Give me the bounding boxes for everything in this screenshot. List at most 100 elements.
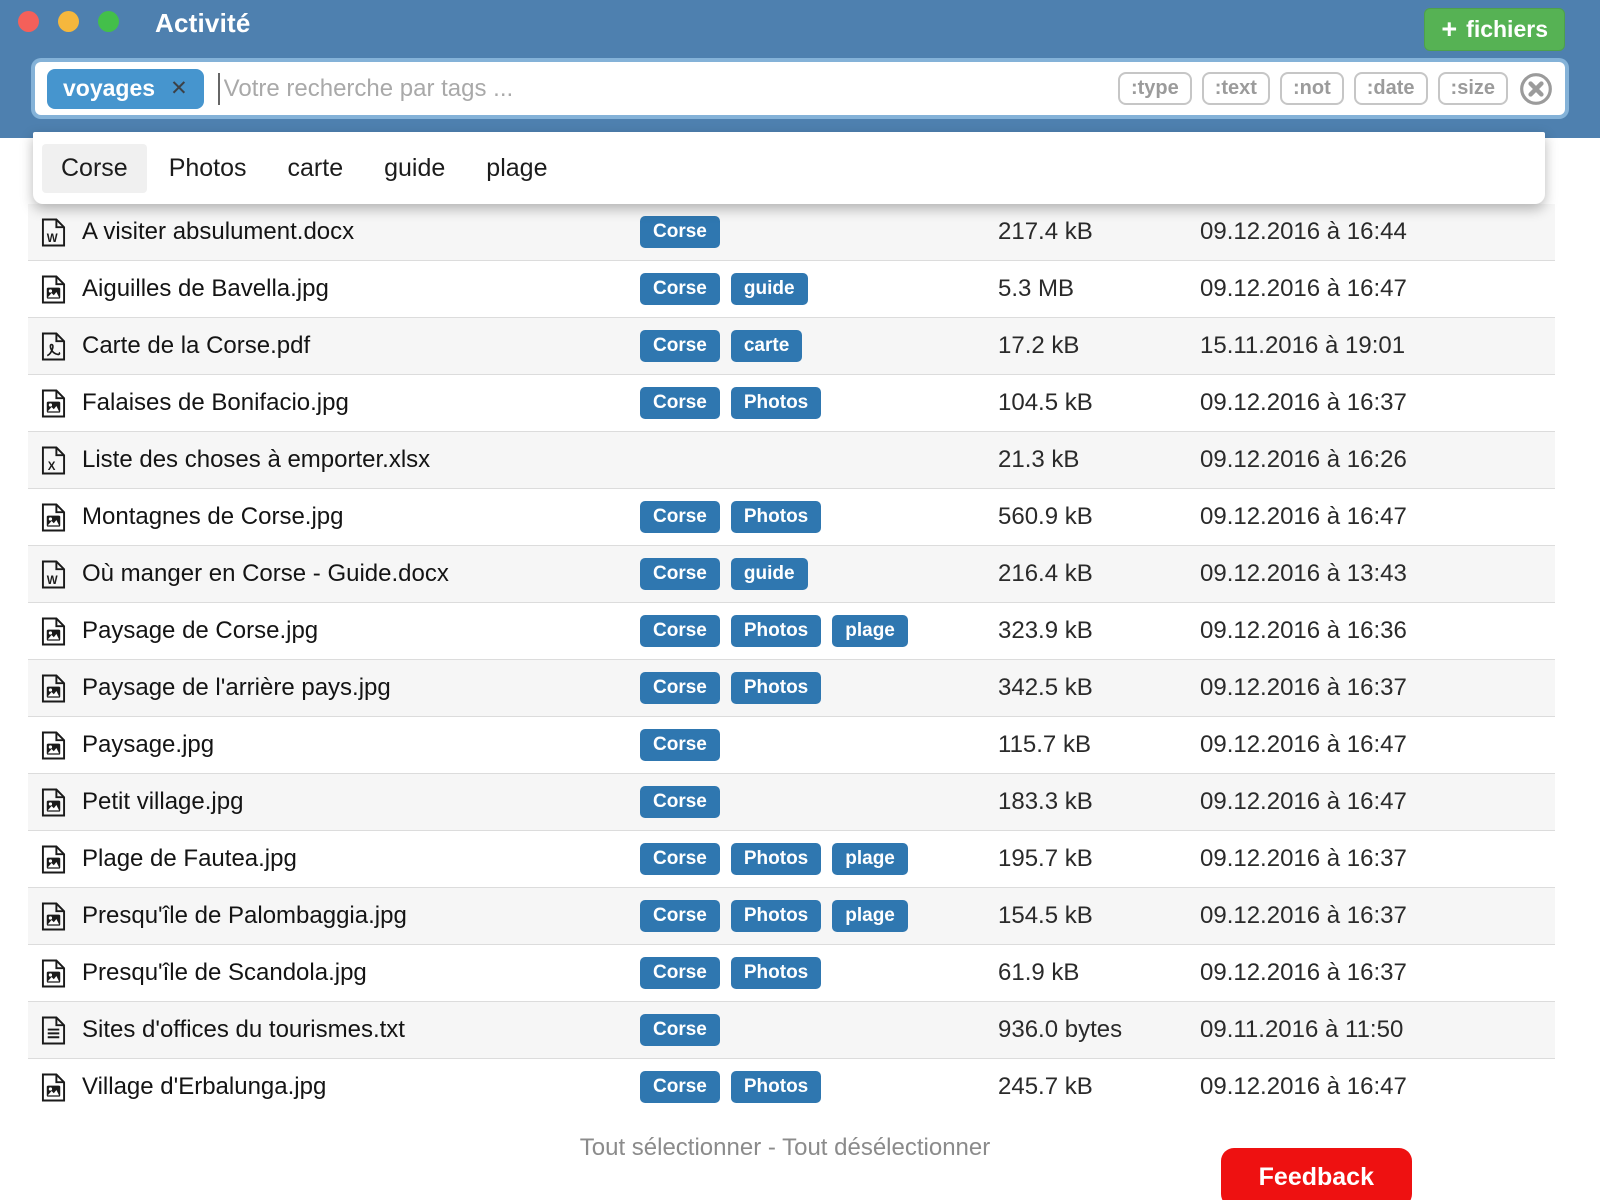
file-tags: Corse Photos plage (640, 900, 998, 932)
tag-badge[interactable]: Corse (640, 387, 720, 419)
file-row[interactable]: Falaises de Bonifacio.jpg Corse Photos 10… (28, 375, 1555, 432)
tag-badge[interactable]: Corse (640, 615, 720, 647)
file-name: Paysage de Corse.jpg (82, 617, 640, 645)
file-size: 104.5 kB (998, 389, 1200, 417)
search-bar[interactable]: voyages ✕ Votre recherche par tags ... :… (35, 62, 1565, 115)
file-date: 09.12.2016 à 16:36 (1200, 617, 1555, 645)
file-name: Petit village.jpg (82, 788, 640, 816)
file-row[interactable]: Paysage.jpg Corse 115.7 kB 09.12.2016 à … (28, 717, 1555, 774)
file-tags: Corse (640, 1014, 998, 1046)
add-files-button[interactable]: + fichiers (1424, 8, 1565, 51)
tag-badge[interactable]: Corse (640, 786, 720, 818)
file-row[interactable]: Village d'Erbalunga.jpg CorsePhotos 245.… (28, 1059, 1555, 1115)
text-caret (218, 73, 220, 105)
search-filter-button[interactable]: :not (1280, 72, 1344, 105)
tag-badge[interactable]: guide (731, 558, 808, 590)
file-date: 09.12.2016 à 16:47 (1200, 1073, 1555, 1101)
tag-badge[interactable]: Photos (731, 900, 821, 932)
file-size: 154.5 kB (998, 902, 1200, 930)
zoom-window-button[interactable] (98, 11, 119, 32)
file-tags: Corse Photos (640, 672, 998, 704)
minimize-window-button[interactable] (58, 11, 79, 32)
feedback-button[interactable]: Feedback (1221, 1148, 1412, 1200)
file-tags: Corse (640, 729, 998, 761)
tag-badge[interactable]: Photos (731, 615, 821, 647)
file-size: 115.7 kB (998, 731, 1200, 759)
file-name: Paysage de l'arrière pays.jpg (82, 674, 640, 702)
file-row[interactable]: Sites d'offices du tourismes.txt Corse 9… (28, 1002, 1555, 1059)
tag-badge[interactable]: Photos (731, 387, 821, 419)
tag-badge[interactable]: guide (731, 273, 808, 305)
file-tags: Corse (640, 216, 998, 248)
file-size: 183.3 kB (998, 788, 1200, 816)
file-row[interactable]: Carte de la Corse.pdf Corsecarte 17.2 kB… (28, 318, 1555, 375)
tag-badge[interactable]: plage (832, 900, 908, 932)
tag-badge[interactable]: Photos (731, 501, 821, 533)
file-name: Carte de la Corse.pdf (82, 332, 640, 360)
file-tags: Corse carte (640, 330, 998, 362)
search-placeholder: Votre recherche par tags ... (224, 75, 1118, 103)
tag-badge[interactable]: Corse (640, 729, 720, 761)
search-tag-chip[interactable]: voyages ✕ (47, 69, 204, 109)
suggestion-item[interactable]: guide (365, 144, 464, 193)
remove-tag-icon[interactable]: ✕ (170, 76, 188, 101)
search-filter-button[interactable]: :type (1118, 72, 1192, 105)
file-row[interactable]: Plage de Fautea.jpg Corse Photos plage 195… (28, 831, 1555, 888)
deselect-all-link[interactable]: Tout désélectionner (782, 1134, 990, 1161)
search-filter-button[interactable]: :date (1354, 72, 1428, 105)
tag-badge[interactable]: Corse (640, 1014, 720, 1046)
file-row[interactable]: Aiguilles de Bavella.jpg Corseguide 5.3 … (28, 261, 1555, 318)
file-image-icon (28, 959, 82, 988)
suggestion-item[interactable]: carte (269, 144, 363, 193)
file-word-icon: W (28, 218, 82, 247)
tag-badge[interactable]: Corse (640, 900, 720, 932)
tag-badge[interactable]: Corse (640, 501, 720, 533)
file-row[interactable]: X Liste des choses à emporter.xlsx 21.3 … (28, 432, 1555, 489)
file-name: Falaises de Bonifacio.jpg (82, 389, 640, 417)
file-name: Village d'Erbalunga.jpg (82, 1073, 640, 1101)
tag-badge[interactable]: Photos (731, 672, 821, 704)
tag-badge[interactable]: Corse (640, 273, 720, 305)
file-pdf-icon (28, 332, 82, 361)
file-row[interactable]: Paysage de Corse.jpg CorsePhotosplage 32… (28, 603, 1555, 660)
file-row[interactable]: W A visiter absulument.docx Corse 217.4 … (28, 204, 1555, 261)
file-row[interactable]: Montagnes de Corse.jpg CorsePhotos 560.9… (28, 489, 1555, 546)
select-all-link[interactable]: Tout sélectionner (580, 1134, 761, 1161)
file-name: A visiter absulument.docx (82, 218, 640, 246)
file-date: 09.12.2016 à 13:43 (1200, 560, 1555, 588)
file-size: 195.7 kB (998, 845, 1200, 873)
tag-badge[interactable]: Corse (640, 216, 720, 248)
suggestion-item[interactable]: Corse (42, 144, 147, 193)
tag-badge[interactable]: Photos (731, 957, 821, 989)
tag-badge[interactable]: carte (731, 330, 802, 362)
tag-badge[interactable]: Corse (640, 957, 720, 989)
traffic-lights (18, 11, 119, 32)
file-tags: Corse Photos (640, 1071, 998, 1103)
file-name: Sites d'offices du tourismes.txt (82, 1016, 640, 1044)
search-filter-button[interactable]: :size (1438, 72, 1508, 105)
tag-badge[interactable]: Corse (640, 843, 720, 875)
svg-text:W: W (47, 575, 58, 587)
tag-badge[interactable]: plage (832, 843, 908, 875)
search-filter-button[interactable]: :text (1202, 72, 1270, 105)
tag-badge[interactable]: Corse (640, 558, 720, 590)
tag-badge[interactable]: Photos (731, 1071, 821, 1103)
title-bar: Activité + fichiers voyages ✕ Votre rech… (0, 0, 1600, 138)
file-date: 09.12.2016 à 16:47 (1200, 503, 1555, 531)
tag-badge[interactable]: Photos (731, 843, 821, 875)
close-window-button[interactable] (18, 11, 39, 32)
suggestion-item[interactable]: Photos (150, 144, 266, 193)
file-row[interactable]: Paysage de l'arrière pays.jpg Corse Photo… (28, 660, 1555, 717)
file-row[interactable]: Presqu'île de Palombaggia.jpg CorsePhoto… (28, 888, 1555, 945)
file-name: Plage de Fautea.jpg (82, 845, 640, 873)
suggestion-item[interactable]: plage (467, 144, 566, 193)
tag-badge[interactable]: Corse (640, 330, 720, 362)
clear-search-icon[interactable] (1519, 72, 1553, 106)
tag-badge[interactable]: plage (832, 615, 908, 647)
file-row[interactable]: W Où manger en Corse - Guide.docx Corseg… (28, 546, 1555, 603)
file-row[interactable]: Presqu'île de Scandola.jpg CorsePhotos 6… (28, 945, 1555, 1002)
file-row[interactable]: Petit village.jpg Corse 183.3 kB 09.12.2… (28, 774, 1555, 831)
tag-badge[interactable]: Corse (640, 672, 720, 704)
file-tags: Corse Photos (640, 501, 998, 533)
tag-badge[interactable]: Corse (640, 1071, 720, 1103)
